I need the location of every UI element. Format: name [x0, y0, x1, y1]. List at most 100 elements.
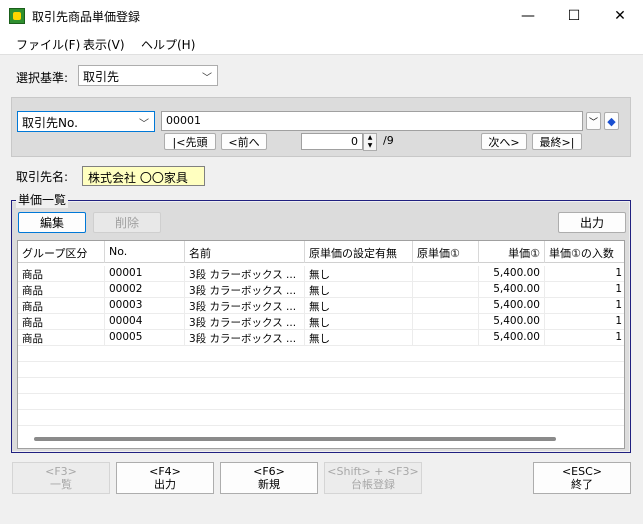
first-button[interactable]: |<先頭	[164, 133, 216, 150]
fkey-label: 一覧	[50, 478, 72, 491]
fkey-label: 台帳登録	[351, 478, 395, 491]
fkey-label: 終了	[571, 478, 593, 491]
menu-view[interactable]: 表示(V)	[83, 36, 125, 53]
empty-row	[18, 362, 624, 378]
cell-cost	[413, 330, 479, 346]
chevron-down-icon: ﹀	[139, 119, 149, 130]
cell-group: 商品	[18, 298, 105, 314]
lookup-button[interactable]: ◆	[604, 112, 619, 130]
output-button[interactable]: 出力	[558, 212, 626, 233]
search-input[interactable]: 00001	[161, 111, 583, 131]
column-header[interactable]: 原単価①	[413, 241, 479, 263]
delete-button[interactable]: 削除	[93, 212, 161, 233]
chevron-down-icon: ﹀	[202, 73, 212, 84]
cell-group: 商品	[18, 314, 105, 330]
fkey-code: <F3>	[45, 465, 77, 478]
cell-setting: 無し	[305, 314, 413, 330]
column-header[interactable]: No.	[105, 241, 185, 263]
table-header: グループ区分 No. 名前 原単価の設定有無 原単価① 単価① 単価①の入数	[18, 241, 624, 263]
column-header[interactable]: グループ区分	[18, 241, 105, 263]
price-table[interactable]: グループ区分 No. 名前 原単価の設定有無 原単価① 単価① 単価①の入数 商…	[17, 240, 625, 449]
cell-setting: 無し	[305, 330, 413, 346]
f6-new-button[interactable]: <F6> 新規	[220, 462, 318, 494]
selection-label: 選択基準:	[16, 71, 69, 85]
menu-file[interactable]: ファイル(F)	[16, 36, 80, 53]
table-row[interactable]: 商品 00004 3段 カラーボックス ... 無し 5,400.00 1	[18, 314, 624, 330]
column-header[interactable]: 単価①の入数	[545, 241, 624, 263]
customer-name-value: 株式会社 〇〇家具	[82, 166, 205, 186]
window-title: 取引先商品単価登録	[32, 10, 141, 24]
caret-down-icon[interactable]: ▼	[364, 142, 376, 150]
column-header[interactable]: 名前	[185, 241, 305, 263]
cell-price: 5,400.00	[479, 282, 545, 298]
f3-list-button[interactable]: <F3> 一覧	[12, 462, 110, 494]
cell-name: 3段 カラーボックス ...	[185, 266, 305, 282]
f4-output-button[interactable]: <F4> 出力	[116, 462, 214, 494]
cell-name: 3段 カラーボックス ...	[185, 330, 305, 346]
horizontal-scrollbar[interactable]	[34, 437, 556, 441]
cell-qty: 1	[615, 331, 622, 343]
cell-no: 00003	[105, 298, 185, 314]
cell-name: 3段 カラーボックス ...	[185, 314, 305, 330]
empty-row	[18, 394, 624, 410]
cell-cost	[413, 282, 479, 298]
key-field-combo[interactable]: 取引先No. ﹀	[17, 111, 155, 132]
table-row[interactable]: 商品 00003 3段 カラーボックス ... 無し 5,400.00 1	[18, 298, 624, 314]
last-button[interactable]: 最終>|	[532, 133, 582, 150]
cell-qty: 1	[615, 267, 622, 279]
app-icon	[9, 8, 25, 24]
price-list-title: 単価一覧	[16, 191, 69, 208]
fkey-label: 出力	[154, 478, 176, 491]
cell-group: 商品	[18, 282, 105, 298]
cell-setting: 無し	[305, 298, 413, 314]
page-input[interactable]: 0	[301, 133, 363, 150]
empty-row	[18, 378, 624, 394]
diamond-icon: ◆	[607, 114, 616, 128]
fkey-code: <F4>	[149, 465, 181, 478]
fkey-code: <ESC>	[561, 465, 603, 478]
cell-qty: 1	[615, 283, 622, 295]
edit-button[interactable]: 編集	[18, 212, 86, 233]
next-button[interactable]: 次へ>	[481, 133, 527, 150]
cell-cost	[413, 298, 479, 314]
cell-cost	[413, 266, 479, 282]
cell-group: 商品	[18, 330, 105, 346]
title-bar: 取引先商品単価登録 — ☐ ✕	[0, 0, 643, 31]
cell-name: 3段 カラーボックス ...	[185, 298, 305, 314]
table-row[interactable]: 商品 00002 3段 カラーボックス ... 無し 5,400.00 1	[18, 282, 624, 298]
shift-f3-ledger-button[interactable]: <Shift> + <F3> 台帳登録	[324, 462, 422, 494]
menu-bar: ファイル(F) 表示(V) ヘルプ(H)	[0, 31, 643, 55]
prev-button[interactable]: <前へ	[221, 133, 267, 150]
chevron-down-icon: ﹀	[588, 117, 598, 128]
fkey-label: 新規	[258, 478, 280, 491]
menu-help[interactable]: ヘルプ(H)	[141, 36, 195, 53]
cell-no: 00002	[105, 282, 185, 298]
table-row[interactable]: 商品 00001 3段 カラーボックス ... 無し 5,400.00 1	[18, 266, 624, 282]
minimize-button[interactable]: —	[505, 0, 551, 31]
esc-exit-button[interactable]: <ESC> 終了	[533, 462, 631, 494]
page-stepper[interactable]: ▲ ▼	[363, 133, 377, 151]
column-header[interactable]: 原単価の設定有無	[305, 241, 413, 263]
table-row[interactable]: 商品 00005 3段 カラーボックス ... 無し 5,400.00 1	[18, 330, 624, 346]
cell-no: 00001	[105, 266, 185, 282]
maximize-button[interactable]: ☐	[551, 0, 597, 31]
dropdown-button[interactable]: ﹀	[586, 112, 601, 130]
selection-combo[interactable]: 取引先 ﹀	[78, 65, 218, 86]
cell-cost	[413, 314, 479, 330]
close-button[interactable]: ✕	[597, 0, 643, 31]
cell-name: 3段 カラーボックス ...	[185, 282, 305, 298]
customer-name-label: 取引先名:	[16, 170, 69, 184]
empty-row	[18, 346, 624, 362]
cell-price: 5,400.00	[479, 298, 545, 314]
selection-value: 取引先	[83, 70, 120, 84]
cell-qty: 1	[615, 315, 622, 327]
empty-row	[18, 410, 624, 426]
cell-qty: 1	[615, 299, 622, 311]
cell-price: 5,400.00	[479, 330, 545, 346]
cell-price: 5,400.00	[479, 266, 545, 282]
caret-up-icon[interactable]: ▲	[364, 134, 376, 142]
column-header[interactable]: 単価①	[479, 241, 545, 263]
cell-no: 00004	[105, 314, 185, 330]
cell-group: 商品	[18, 266, 105, 282]
cell-no: 00005	[105, 330, 185, 346]
